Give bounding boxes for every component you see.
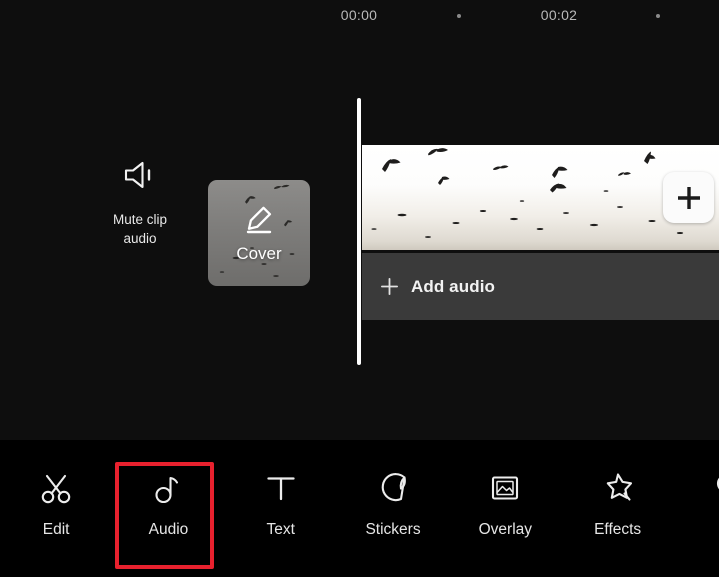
toolbar-item-stickers[interactable]: Stickers	[337, 467, 449, 539]
pencil-edit-icon	[246, 206, 272, 234]
add-audio-label: Add audio	[411, 276, 495, 296]
cover-button[interactable]: Cover	[208, 180, 310, 286]
toolbar-item-effects[interactable]: Effects	[561, 467, 673, 539]
toolbar-label-effects: Effects	[594, 521, 642, 538]
mute-label-line2: audio	[123, 231, 157, 246]
filters-circles-icon	[709, 467, 719, 509]
ruler-tick-dot	[656, 14, 660, 18]
scissors-icon	[35, 467, 77, 509]
mute-label-line1: Mute clip	[112, 212, 168, 227]
cover-label: Cover	[236, 244, 282, 263]
video-editor-screen: 00:00 00:02 Mute clip audio Cover Add au…	[0, 0, 719, 577]
toolbar-label-text: Text	[266, 521, 295, 538]
toolbar-item-overlay[interactable]: Overlay	[449, 467, 561, 539]
timeline-tracks: Add audio	[362, 36, 719, 440]
timeline-ruler[interactable]: 00:00 00:02	[0, 0, 719, 36]
ruler-tick-label: 00:00	[340, 7, 378, 23]
add-clip-button[interactable]	[663, 172, 714, 223]
add-audio-track[interactable]: Add audio	[362, 253, 719, 320]
toolbar-label-overlay: Overlay	[478, 521, 533, 538]
star-sparkle-icon	[597, 467, 639, 509]
toolbar-label-stickers: Stickers	[365, 521, 421, 538]
toolbar-item-filters[interactable]: Filt	[674, 467, 719, 539]
plus-icon	[677, 186, 700, 209]
speaker-low-volume-icon	[120, 156, 160, 194]
music-note-icon	[147, 467, 189, 509]
mute-clip-audio-button[interactable]: Mute clip audio	[92, 156, 188, 248]
toolbar-item-text[interactable]: Text	[225, 467, 337, 539]
mute-clip-audio-label: Mute clip audio	[113, 210, 167, 248]
ruler-tick-label: 00:02	[540, 7, 578, 23]
playhead[interactable]	[357, 98, 361, 365]
toolbar-item-edit[interactable]: Edit	[0, 467, 112, 539]
plus-icon	[380, 277, 399, 296]
toolbar-label-audio: Audio	[148, 521, 189, 538]
clip-tools-panel: Mute clip audio Cover	[0, 36, 356, 440]
sticker-icon	[372, 467, 414, 509]
bottom-toolbar: Edit Audio Text Stickers Overlay Effects	[0, 440, 719, 577]
toolbar-item-audio[interactable]: Audio	[112, 467, 224, 539]
text-t-icon	[260, 467, 302, 509]
ruler-tick-dot	[457, 14, 461, 18]
toolbar-label-edit: Edit	[42, 521, 70, 538]
image-frame-icon	[484, 467, 526, 509]
